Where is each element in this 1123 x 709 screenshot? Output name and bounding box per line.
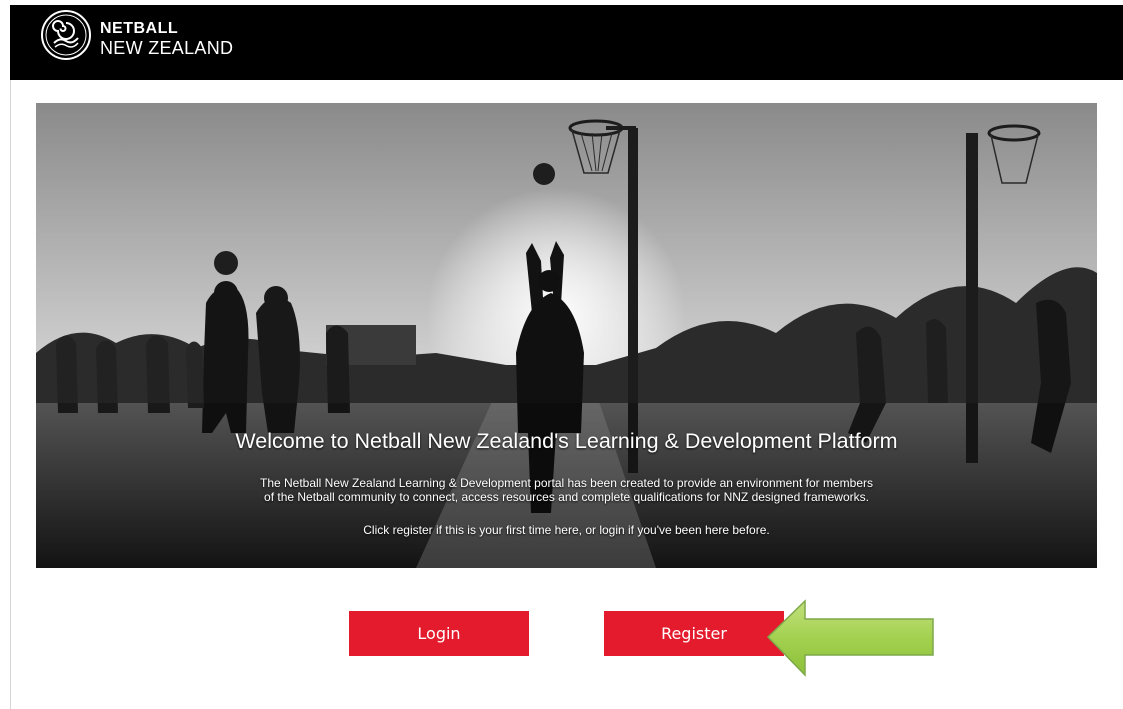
brand-name-line1: NETBALL	[100, 20, 179, 37]
login-button[interactable]: Login	[349, 611, 529, 656]
hero-cta-text: Click register if this is your first tim…	[363, 523, 770, 537]
page-left-border	[10, 80, 11, 709]
brand-wordmark[interactable]: NETBALL NEW ZEALAND	[100, 20, 234, 58]
arrow-left-icon	[766, 599, 934, 677]
register-button[interactable]: Register	[604, 611, 784, 656]
hero-description-line2: of the Netball community to connect, acc…	[264, 490, 869, 504]
brand-name-line2: NEW ZEALAND	[100, 38, 234, 58]
hero-title: Welcome to Netball New Zealand's Learnin…	[235, 429, 898, 453]
site-header: NETBALL NEW ZEALAND	[10, 5, 1123, 80]
hero-description: The Netball New Zealand Learning & Devel…	[186, 476, 947, 504]
hero-banner: Welcome to Netball New Zealand's Learnin…	[36, 103, 1097, 568]
hero-description-line1: The Netball New Zealand Learning & Devel…	[259, 476, 873, 490]
netball-logo-icon[interactable]	[40, 9, 92, 61]
